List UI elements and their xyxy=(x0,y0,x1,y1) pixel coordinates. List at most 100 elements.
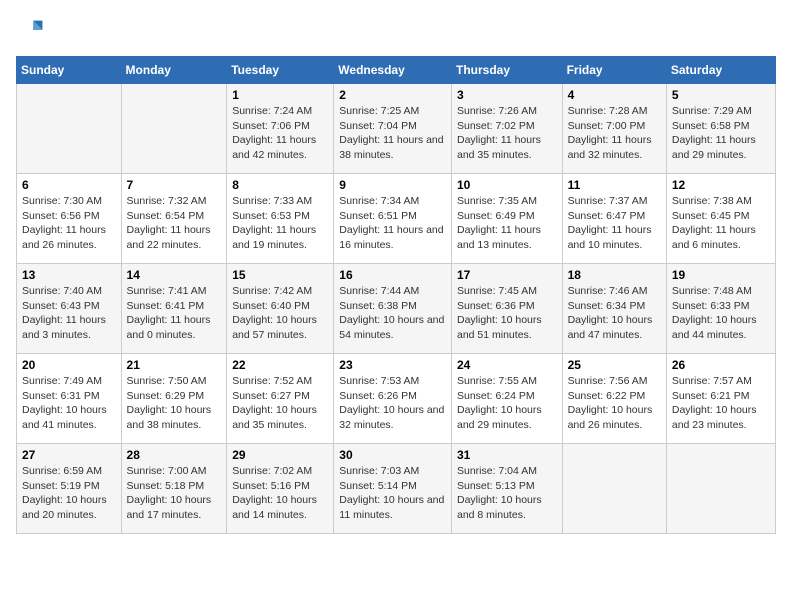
calendar-cell: 11 Sunrise: 7:37 AMSunset: 6:47 PMDayligh… xyxy=(562,174,666,264)
calendar-cell xyxy=(562,444,666,534)
day-number: 28 xyxy=(127,448,222,462)
day-number: 10 xyxy=(457,178,557,192)
calendar-table: SundayMondayTuesdayWednesdayThursdayFrid… xyxy=(16,56,776,534)
calendar-cell: 5Sunrise: 7:29 AMSunset: 6:58 PMDaylight… xyxy=(666,84,775,174)
calendar-cell: 31Sunrise: 7:04 AMSunset: 5:13 PMDayligh… xyxy=(451,444,562,534)
calendar-cell: 28 Sunrise: 7:00 AMSunset: 5:18 PMDayligh… xyxy=(121,444,227,534)
day-number: 13 xyxy=(22,268,116,282)
day-info: Sunrise: 7:57 AMSunset: 6:21 PMDaylight:… xyxy=(672,374,770,433)
day-info: Sunrise: 7:40 AMSunset: 6:43 PMDaylight:… xyxy=(22,284,116,343)
day-of-week-header: Sunday xyxy=(17,57,122,84)
day-info: Sunrise: 7:44 AMSunset: 6:38 PMDaylight:… xyxy=(339,284,446,343)
day-number: 2 xyxy=(339,88,446,102)
day-info: Sunrise: 7:37 AMSunset: 6:47 PMDaylight:… xyxy=(568,194,661,253)
day-number: 1 xyxy=(232,88,328,102)
day-number: 16 xyxy=(339,268,446,282)
calendar-cell xyxy=(17,84,122,174)
calendar-week-row: 27 Sunrise: 6:59 AMSunset: 5:19 PMDayligh… xyxy=(17,444,776,534)
day-number: 17 xyxy=(457,268,557,282)
calendar-cell: 23Sunrise: 7:53 AMSunset: 6:26 PMDayligh… xyxy=(334,354,452,444)
calendar-cell: 3Sunrise: 7:26 AMSunset: 7:02 PMDaylight… xyxy=(451,84,562,174)
day-of-week-header: Wednesday xyxy=(334,57,452,84)
calendar-cell: 17 Sunrise: 7:45 AMSunset: 6:36 PMDayligh… xyxy=(451,264,562,354)
day-info: Sunrise: 7:52 AMSunset: 6:27 PMDaylight:… xyxy=(232,374,328,433)
calendar-cell: 4 Sunrise: 7:28 AMSunset: 7:00 PMDaylight… xyxy=(562,84,666,174)
day-number: 25 xyxy=(568,358,661,372)
day-number: 22 xyxy=(232,358,328,372)
calendar-cell: 2 Sunrise: 7:25 AMSunset: 7:04 PMDaylight… xyxy=(334,84,452,174)
day-info: Sunrise: 7:04 AMSunset: 5:13 PMDaylight:… xyxy=(457,464,557,523)
day-number: 27 xyxy=(22,448,116,462)
day-number: 5 xyxy=(672,88,770,102)
day-info: Sunrise: 7:50 AMSunset: 6:29 PMDaylight:… xyxy=(127,374,222,433)
day-info: Sunrise: 7:48 AMSunset: 6:33 PMDaylight:… xyxy=(672,284,770,343)
calendar-cell: 6 Sunrise: 7:30 AMSunset: 6:56 PMDaylight… xyxy=(17,174,122,264)
day-number: 29 xyxy=(232,448,328,462)
calendar-cell: 30 Sunrise: 7:03 AMSunset: 5:14 PMDayligh… xyxy=(334,444,452,534)
calendar-cell: 7 Sunrise: 7:32 AMSunset: 6:54 PMDaylight… xyxy=(121,174,227,264)
day-info: Sunrise: 7:42 AMSunset: 6:40 PMDaylight:… xyxy=(232,284,328,343)
day-number: 24 xyxy=(457,358,557,372)
day-info: Sunrise: 7:00 AMSunset: 5:18 PMDaylight:… xyxy=(127,464,222,523)
calendar-cell: 27 Sunrise: 6:59 AMSunset: 5:19 PMDayligh… xyxy=(17,444,122,534)
calendar-cell: 1 Sunrise: 7:24 AMSunset: 7:06 PMDaylight… xyxy=(227,84,334,174)
day-of-week-header: Monday xyxy=(121,57,227,84)
day-info: Sunrise: 7:46 AMSunset: 6:34 PMDaylight:… xyxy=(568,284,661,343)
day-number: 11 xyxy=(568,178,661,192)
logo xyxy=(16,16,48,44)
calendar-cell: 13 Sunrise: 7:40 AMSunset: 6:43 PMDayligh… xyxy=(17,264,122,354)
day-info: Sunrise: 7:56 AMSunset: 6:22 PMDaylight:… xyxy=(568,374,661,433)
calendar-cell: 10 Sunrise: 7:35 AMSunset: 6:49 PMDayligh… xyxy=(451,174,562,264)
calendar-cell: 24 Sunrise: 7:55 AMSunset: 6:24 PMDayligh… xyxy=(451,354,562,444)
calendar-week-row: 20Sunrise: 7:49 AMSunset: 6:31 PMDayligh… xyxy=(17,354,776,444)
day-number: 26 xyxy=(672,358,770,372)
day-info: Sunrise: 7:55 AMSunset: 6:24 PMDaylight:… xyxy=(457,374,557,433)
day-info: Sunrise: 7:32 AMSunset: 6:54 PMDaylight:… xyxy=(127,194,222,253)
day-number: 4 xyxy=(568,88,661,102)
day-info: Sunrise: 7:30 AMSunset: 6:56 PMDaylight:… xyxy=(22,194,116,253)
calendar-cell: 26 Sunrise: 7:57 AMSunset: 6:21 PMDayligh… xyxy=(666,354,775,444)
day-info: Sunrise: 7:38 AMSunset: 6:45 PMDaylight:… xyxy=(672,194,770,253)
day-number: 14 xyxy=(127,268,222,282)
day-number: 8 xyxy=(232,178,328,192)
calendar-cell: 9 Sunrise: 7:34 AMSunset: 6:51 PMDaylight… xyxy=(334,174,452,264)
day-number: 6 xyxy=(22,178,116,192)
day-of-week-header: Thursday xyxy=(451,57,562,84)
day-number: 21 xyxy=(127,358,222,372)
day-info: Sunrise: 7:24 AMSunset: 7:06 PMDaylight:… xyxy=(232,104,328,163)
day-info: Sunrise: 7:25 AMSunset: 7:04 PMDaylight:… xyxy=(339,104,446,163)
day-info: Sunrise: 6:59 AMSunset: 5:19 PMDaylight:… xyxy=(22,464,116,523)
calendar-cell xyxy=(666,444,775,534)
day-info: Sunrise: 7:45 AMSunset: 6:36 PMDaylight:… xyxy=(457,284,557,343)
day-of-week-header: Saturday xyxy=(666,57,775,84)
day-number: 7 xyxy=(127,178,222,192)
day-number: 9 xyxy=(339,178,446,192)
calendar-cell: 25 Sunrise: 7:56 AMSunset: 6:22 PMDayligh… xyxy=(562,354,666,444)
calendar-cell xyxy=(121,84,227,174)
calendar-cell: 16 Sunrise: 7:44 AMSunset: 6:38 PMDayligh… xyxy=(334,264,452,354)
day-info: Sunrise: 7:03 AMSunset: 5:14 PMDaylight:… xyxy=(339,464,446,523)
calendar-cell: 19Sunrise: 7:48 AMSunset: 6:33 PMDayligh… xyxy=(666,264,775,354)
calendar-cell: 12Sunrise: 7:38 AMSunset: 6:45 PMDayligh… xyxy=(666,174,775,264)
day-info: Sunrise: 7:28 AMSunset: 7:00 PMDaylight:… xyxy=(568,104,661,163)
calendar-week-row: 1 Sunrise: 7:24 AMSunset: 7:06 PMDaylight… xyxy=(17,84,776,174)
day-number: 3 xyxy=(457,88,557,102)
day-of-week-header: Tuesday xyxy=(227,57,334,84)
calendar-cell: 29 Sunrise: 7:02 AMSunset: 5:16 PMDayligh… xyxy=(227,444,334,534)
calendar-cell: 15 Sunrise: 7:42 AMSunset: 6:40 PMDayligh… xyxy=(227,264,334,354)
day-info: Sunrise: 7:35 AMSunset: 6:49 PMDaylight:… xyxy=(457,194,557,253)
logo-icon xyxy=(16,16,44,44)
day-info: Sunrise: 7:49 AMSunset: 6:31 PMDaylight:… xyxy=(22,374,116,433)
calendar-cell: 14 Sunrise: 7:41 AMSunset: 6:41 PMDayligh… xyxy=(121,264,227,354)
day-number: 30 xyxy=(339,448,446,462)
day-info: Sunrise: 7:41 AMSunset: 6:41 PMDaylight:… xyxy=(127,284,222,343)
day-number: 15 xyxy=(232,268,328,282)
day-info: Sunrise: 7:02 AMSunset: 5:16 PMDaylight:… xyxy=(232,464,328,523)
calendar-week-row: 6 Sunrise: 7:30 AMSunset: 6:56 PMDaylight… xyxy=(17,174,776,264)
calendar-cell: 22 Sunrise: 7:52 AMSunset: 6:27 PMDayligh… xyxy=(227,354,334,444)
day-number: 23 xyxy=(339,358,446,372)
day-info: Sunrise: 7:34 AMSunset: 6:51 PMDaylight:… xyxy=(339,194,446,253)
calendar-cell: 18Sunrise: 7:46 AMSunset: 6:34 PMDayligh… xyxy=(562,264,666,354)
page-header xyxy=(16,16,776,44)
day-info: Sunrise: 7:33 AMSunset: 6:53 PMDaylight:… xyxy=(232,194,328,253)
